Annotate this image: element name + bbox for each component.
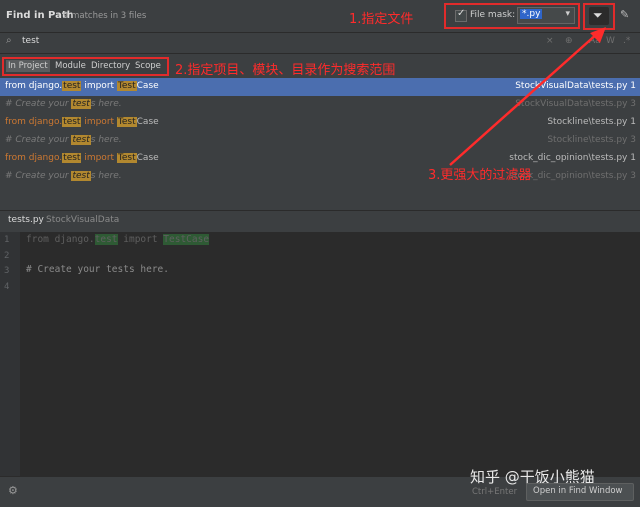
line-number: 1 [4, 235, 10, 245]
shortcut-hint: Ctrl+Enter [472, 487, 518, 497]
file-mask-combo[interactable]: *.py ▾ [517, 7, 575, 24]
search-icon: ⌕ [6, 35, 12, 46]
result-text: # Create your tests here. [5, 99, 122, 109]
filter-icon: ⏷ [593, 8, 603, 22]
search-input[interactable]: test [22, 36, 39, 46]
match-count: 9 matches in 3 files [63, 11, 147, 21]
scope-in-project[interactable]: In Project [6, 60, 50, 72]
file-mask-value[interactable]: *.py [520, 9, 543, 19]
result-text: # Create your tests here. [5, 135, 122, 145]
scope-label: Module [55, 61, 86, 71]
scope-custom[interactable]: Scope [135, 60, 161, 71]
line-gutter [0, 232, 20, 476]
chevron-down-icon[interactable]: ▾ [565, 9, 570, 19]
button-label: Open in Find Window [533, 486, 623, 496]
result-text: from django.test import TestCase [5, 153, 159, 163]
annotation-arrow [449, 27, 606, 166]
pin-icon[interactable]: ✎ [620, 8, 629, 21]
file-mask-checkbox[interactable]: ✓ [455, 8, 467, 22]
settings-gear-icon[interactable]: ⚙ [8, 484, 18, 497]
code-line: from django.test import TestCase [26, 234, 210, 245]
result-text: # Create your tests here. [5, 171, 122, 181]
result-text: from django.test import TestCase [5, 117, 159, 127]
file-mask-label: File mask: [470, 10, 516, 20]
scope-module[interactable]: Module [55, 60, 86, 71]
open-in-find-window-button[interactable]: Open in Find Window [526, 483, 634, 501]
preview-folder: StockVisualData [46, 215, 120, 225]
line-number: 2 [4, 251, 10, 261]
regex-icon[interactable]: .* [623, 36, 630, 46]
result-text: from django.test import TestCase [5, 81, 159, 91]
scope-label: Scope [135, 61, 161, 71]
line-number: 3 [4, 266, 10, 276]
preview-filename: tests.py [8, 215, 44, 225]
scope-label: Directory [91, 61, 131, 71]
annotation-2: 2.指定项目、模块、目录作为搜索范围 [175, 63, 396, 78]
annotation-3: 3.更强大的过滤器 [428, 168, 532, 183]
annotation-1: 1.指定文件 [349, 12, 414, 27]
line-number: 4 [4, 282, 10, 292]
filter-button[interactable]: ⏷ [589, 7, 609, 25]
code-line: # Create your tests here. [26, 264, 169, 275]
scope-label: In Project [8, 61, 48, 71]
scope-directory[interactable]: Directory [91, 60, 130, 71]
